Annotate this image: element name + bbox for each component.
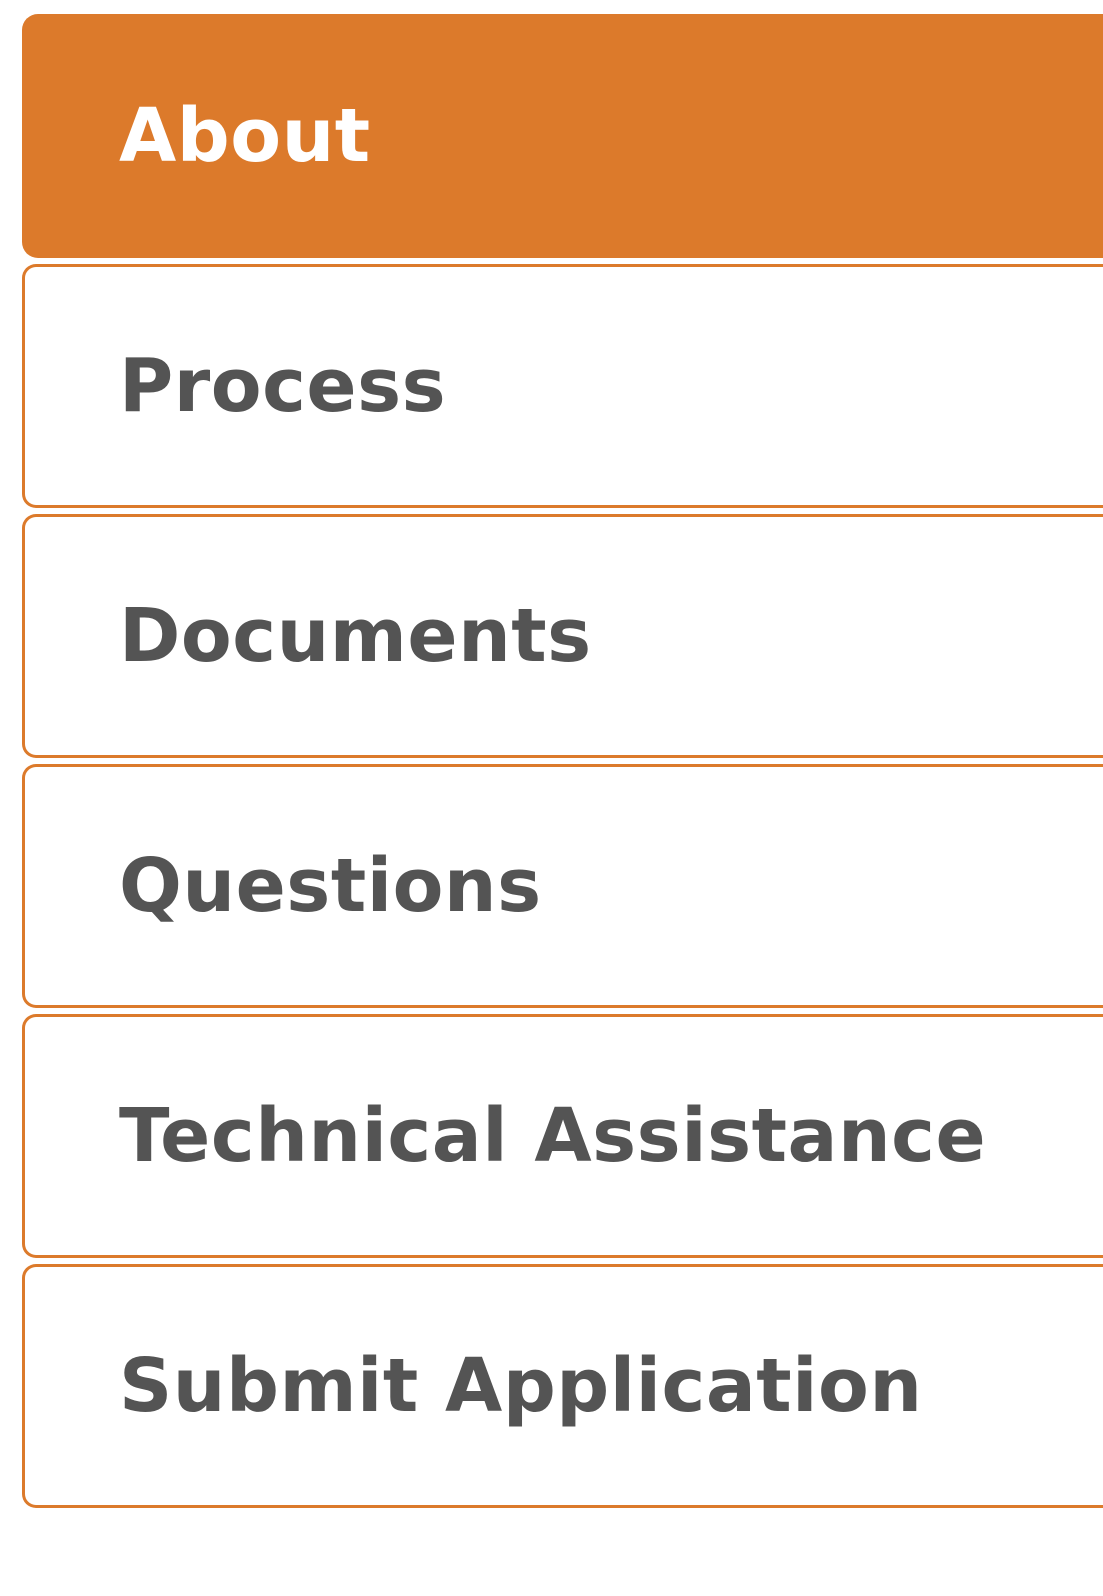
tab-label-technical-assistance: Technical Assistance	[119, 1093, 987, 1179]
tab-label-documents: Documents	[119, 593, 592, 679]
tab-label-submit-application: Submit Application	[119, 1343, 923, 1429]
tab-about[interactable]: About	[22, 14, 1103, 258]
tab-label-questions: Questions	[119, 843, 542, 929]
tab-submit-application[interactable]: Submit Application	[22, 1264, 1103, 1508]
tab-questions[interactable]: Questions	[22, 764, 1103, 1008]
tab-technical-assistance[interactable]: Technical Assistance	[22, 1014, 1103, 1258]
tab-documents[interactable]: Documents	[22, 514, 1103, 758]
vertical-tab-nav: About Process Documents Questions Techni…	[22, 14, 1103, 1514]
tab-label-about: About	[119, 93, 371, 179]
tab-label-process: Process	[119, 343, 447, 429]
tab-process[interactable]: Process	[22, 264, 1103, 508]
